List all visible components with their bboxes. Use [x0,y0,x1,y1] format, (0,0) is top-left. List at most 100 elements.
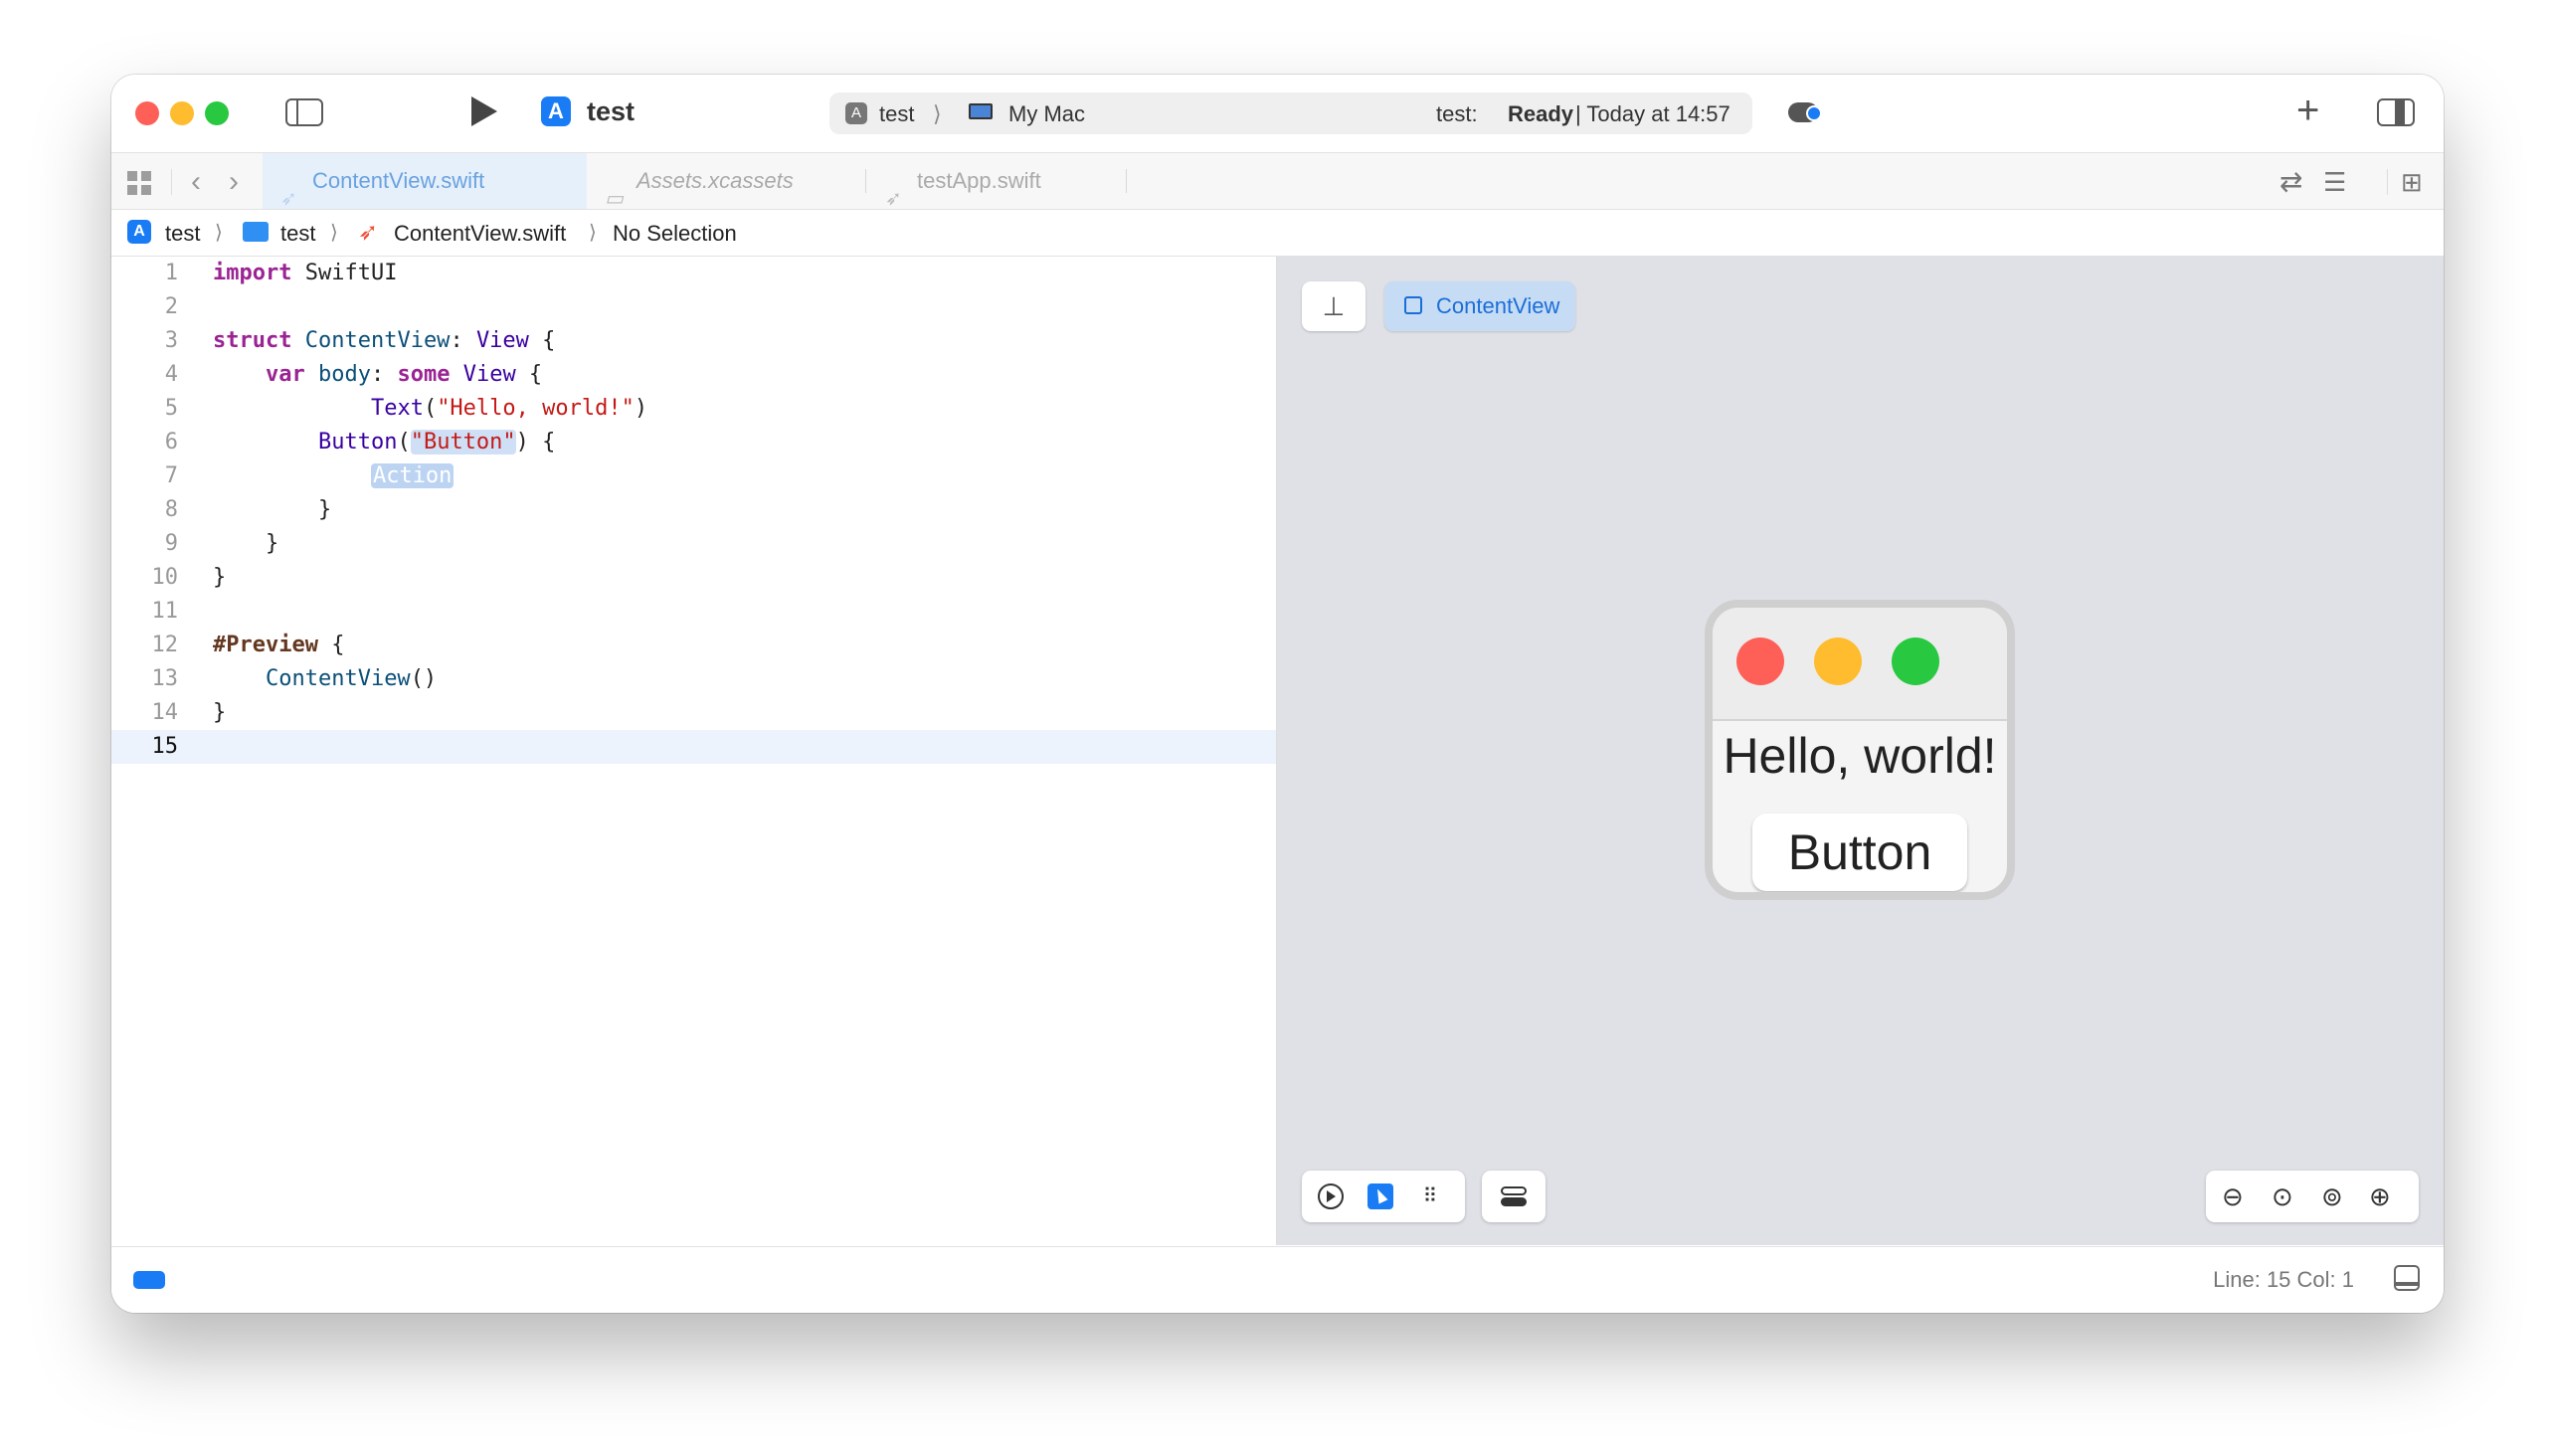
code-line[interactable]: 14 } [111,696,1276,730]
code-text: { [528,328,556,353]
tab-contentview[interactable]: ➶ ContentView.swift [263,153,587,210]
preview-window: Hello, world! Button [1705,600,2015,900]
code-text: { [317,633,345,657]
breakpoint-tag-icon[interactable] [133,1271,165,1289]
source-editor[interactable]: 1 import SwiftUI 2 3 struct ContentView:… [111,257,1277,1245]
code-line[interactable]: 10 } [111,561,1276,595]
chevron-right-icon: ⟩ [215,222,223,244]
app-target-icon: A [541,96,571,126]
zoom-actual-icon[interactable]: ⊙ [2272,1182,2293,1212]
line-number: 11 [151,599,179,624]
line-number: 3 [164,328,178,353]
forward-arrow-icon[interactable]: › [229,165,239,199]
mac-icon [969,103,993,119]
zoom-fit-icon[interactable]: ⊚ [2321,1182,2343,1212]
line-number: 15 [151,734,179,759]
code-line[interactable]: 3 struct ContentView: View { [111,324,1276,358]
live-preview-icon[interactable] [1318,1183,1344,1209]
navigator-toggle-icon[interactable] [285,98,323,126]
divider [171,169,172,195]
breadcrumb-selection[interactable]: No Selection [613,221,737,247]
line-number: 7 [164,463,178,488]
run-button[interactable] [471,96,497,126]
status-prefix: test: [1436,101,1478,126]
tab-bar: ‹ › ➶ ContentView.swift ▭ Assets.xcasset… [111,153,2444,210]
scheme-name[interactable]: test [587,96,635,127]
preview-selector[interactable]: ContentView [1384,281,1576,331]
variants-grid-icon[interactable]: ⠿ [1417,1183,1443,1209]
keyword: struct [213,328,292,353]
cloud-status-icon[interactable] [1788,102,1822,122]
selectable-mode-icon[interactable] [1367,1183,1393,1209]
project-icon: A [127,220,151,244]
status-time: | Today at 14:57 [1575,101,1730,126]
code-line[interactable]: 12 #Preview { [111,629,1276,662]
breadcrumb: A test ⟩ test ⟩ ➶ ContentView.swift ⟩ No… [111,210,2444,257]
type-name: View [462,362,516,387]
line-number: 5 [164,396,178,421]
grid-icon[interactable] [127,171,151,195]
add-library-button[interactable]: + [2296,89,2319,133]
line-number: 10 [151,565,179,590]
code-line[interactable]: 11 [111,595,1276,629]
code-line[interactable]: 2 [111,290,1276,324]
preview-zoom-light [1892,637,1939,685]
preview-button[interactable]: Button [1752,814,1967,891]
tab-label: testApp.swift [917,168,1041,193]
code-line[interactable]: 9 } [111,527,1276,561]
code-text: ) [634,396,648,421]
code-line[interactable]: 6 Button("Button") { [111,426,1276,459]
code-line[interactable]: 7 Action [111,459,1276,493]
code-line[interactable]: 5 Text("Hello, world!") [111,392,1276,426]
code-text: } [265,531,279,556]
line-number: 9 [164,531,178,556]
breadcrumb-project[interactable]: test [165,221,200,247]
line-number: 13 [151,666,179,691]
folder-icon [243,222,269,242]
inspector-toggle-icon[interactable] [2377,98,2415,126]
tab-assets[interactable]: ▭ Assets.xcassets [587,153,865,210]
target-name[interactable]: test [879,101,914,127]
target-icon: A [845,102,867,124]
keyword: some [397,362,451,387]
zoom-window-button[interactable] [205,101,229,125]
breadcrumb-file[interactable]: ContentView.swift [394,221,566,247]
code-line[interactable]: 1 import SwiftUI [111,257,1276,290]
zoom-out-icon[interactable]: ⊖ [2222,1182,2244,1212]
line-number: 12 [151,633,179,657]
current-code-line[interactable]: 15 [111,730,1276,764]
zoom-controls: ⊖ ⊙ ⊚ ⊕ [2206,1171,2419,1222]
close-window-button[interactable] [135,101,159,125]
back-arrow-icon[interactable]: ‹ [191,165,201,199]
activity-view[interactable]: A test ⟩ My Mac test: Ready | Today at 1… [829,92,1752,134]
pin-icon[interactable]: ⊥ [1302,281,1366,331]
code-text: : [450,328,476,353]
code-placeholder[interactable]: Action [370,463,455,488]
divider [865,169,866,193]
preview-titlebar [1713,608,2007,721]
swap-arrows-icon[interactable]: ⇄ [2279,165,2302,198]
debug-area-toggle-icon[interactable] [2394,1265,2420,1291]
breadcrumb-folder[interactable]: test [280,221,315,247]
preview-text: Hello, world! [1723,728,1997,784]
string-literal: "Hello, world!" [437,396,635,421]
line-number: 2 [164,294,178,319]
minimize-window-button[interactable] [170,101,194,125]
destination-name[interactable]: My Mac [1008,101,1085,127]
add-editor-icon[interactable]: ⊞ [2401,167,2423,198]
type-name: ContentView [265,666,411,691]
tab-testapp[interactable]: ➶ testApp.swift [867,153,1166,210]
identifier: body [317,362,371,387]
code-line[interactable]: 8 } [111,493,1276,527]
swift-icon: ➶ [358,219,379,246]
zoom-in-icon[interactable]: ⊕ [2369,1182,2391,1212]
device-settings-icon[interactable] [1501,1183,1527,1209]
code-line[interactable]: 4 var body: some View { [111,358,1276,392]
editor-options-icon[interactable]: ☰ [2323,167,2346,198]
line-number: 4 [164,362,178,387]
code-line[interactable]: 13 ContentView() [111,662,1276,696]
preview-minimize-light [1814,637,1862,685]
chevron-right-icon: ⟩ [589,222,597,244]
code-text: { [515,362,543,387]
status-ready: Ready [1508,101,1574,126]
